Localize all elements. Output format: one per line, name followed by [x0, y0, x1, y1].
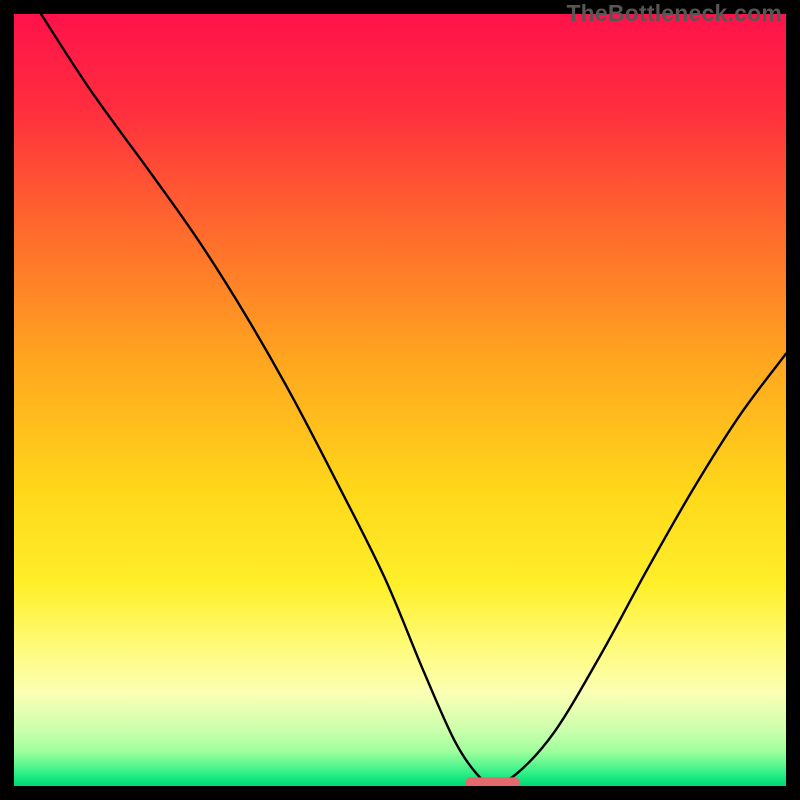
watermark-text: TheBottleneck.com	[566, 0, 782, 27]
optimal-marker	[466, 778, 520, 786]
chart-frame: TheBottleneck.com	[0, 0, 800, 800]
gradient-background	[14, 14, 786, 786]
plot-area	[14, 14, 786, 786]
chart-svg	[14, 14, 786, 786]
